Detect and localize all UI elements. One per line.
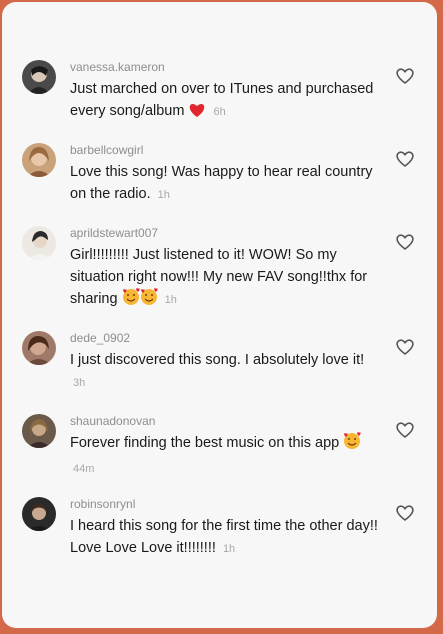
avatar[interactable] bbox=[22, 414, 56, 448]
comment-text: Just marched on over to ITunes and purch… bbox=[70, 78, 380, 125]
comment-username[interactable]: dede_0902 bbox=[70, 331, 130, 345]
comment-text: I heard this song for the first time the… bbox=[70, 518, 378, 556]
comment-username[interactable]: shaunadonovan bbox=[70, 414, 155, 428]
comment-text: Girl!!!!!!!!! Just listened to it! WOW! … bbox=[70, 244, 380, 313]
comment-time: 44m bbox=[73, 463, 95, 475]
like-heart-icon[interactable] bbox=[395, 503, 415, 523]
comment-text: Forever finding the best music on this a… bbox=[70, 432, 380, 480]
avatar[interactable] bbox=[22, 226, 56, 260]
comment-time: 1h bbox=[164, 294, 177, 306]
avatar[interactable] bbox=[22, 331, 56, 365]
comment-time: 1h bbox=[157, 189, 170, 201]
like-heart-icon[interactable] bbox=[395, 66, 415, 86]
comment-time: 3h bbox=[73, 377, 86, 389]
comment-time: 6h bbox=[213, 106, 226, 118]
comment-text: I just discovered this song. I absolutel… bbox=[70, 352, 365, 389]
red-heart-emoji-icon bbox=[188, 102, 206, 125]
comments-panel: vanessa.kameron Just marched on over to … bbox=[2, 2, 437, 628]
smiling-face-with-hearts-emoji-icon bbox=[122, 288, 140, 313]
comment-username[interactable]: barbellcowgirl bbox=[70, 143, 143, 157]
like-heart-icon[interactable] bbox=[395, 337, 415, 357]
comment-username[interactable]: aprildstewart007 bbox=[70, 226, 158, 240]
avatar[interactable] bbox=[22, 497, 56, 531]
comment-time: 1h bbox=[222, 543, 236, 555]
comment-username[interactable]: robinsonrynl bbox=[70, 497, 135, 511]
smiling-face-with-hearts-emoji-icon bbox=[343, 432, 361, 457]
smiling-face-with-hearts-emoji-icon bbox=[140, 288, 158, 313]
like-heart-icon[interactable] bbox=[395, 232, 415, 252]
comment-username[interactable]: vanessa.kameron bbox=[70, 60, 165, 74]
like-heart-icon[interactable] bbox=[395, 149, 415, 169]
like-heart-icon[interactable] bbox=[395, 420, 415, 440]
avatar[interactable] bbox=[22, 143, 56, 177]
comment-text: Love this song! Was happy to hear real c… bbox=[70, 164, 373, 202]
avatar[interactable] bbox=[22, 60, 56, 94]
